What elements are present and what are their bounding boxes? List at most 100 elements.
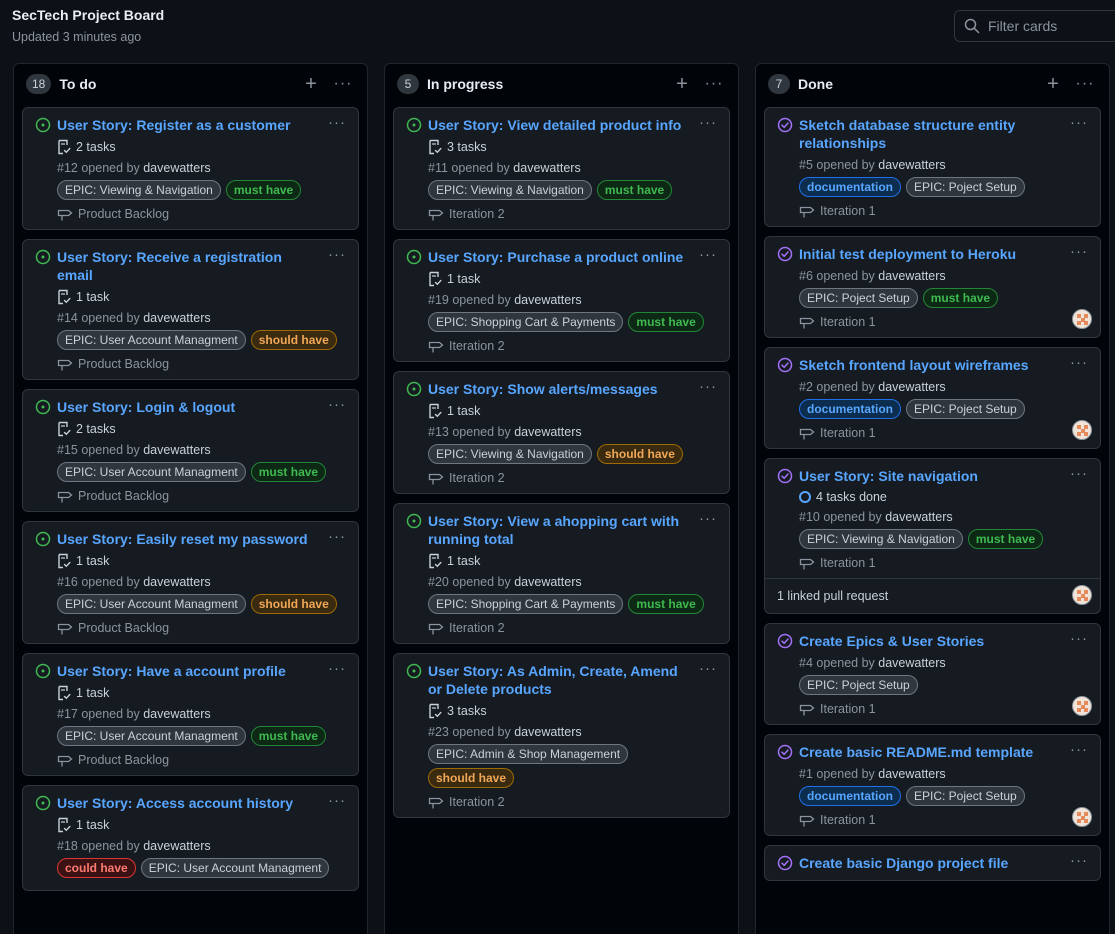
card-menu-button[interactable]: ··· — [699, 510, 717, 527]
author-name[interactable]: davewatters — [143, 707, 210, 721]
issue-card[interactable]: User Story: Purchase a product online ··… — [393, 239, 730, 362]
label-epic[interactable]: EPIC: Poject Setup — [906, 399, 1025, 419]
column-menu-button[interactable]: ··· — [1073, 75, 1097, 93]
card-menu-button[interactable]: ··· — [1070, 243, 1088, 260]
card-menu-button[interactable]: ··· — [1070, 114, 1088, 131]
label-should[interactable]: should have — [596, 444, 683, 464]
card-title-link[interactable]: User Story: Purchase a product online — [428, 248, 719, 266]
label-should[interactable]: should have — [428, 768, 515, 788]
card-menu-button[interactable]: ··· — [328, 792, 346, 809]
label-epic[interactable]: EPIC: Poject Setup — [906, 786, 1025, 806]
issue-card[interactable]: User Story: Have a account profile ··· 1… — [22, 653, 359, 776]
label-must[interactable]: must have — [628, 312, 704, 332]
card-title-link[interactable]: User Story: Access account history — [57, 794, 348, 812]
author-name[interactable]: davewatters — [143, 311, 210, 325]
label-epic[interactable]: EPIC: Shopping Cart & Payments — [428, 594, 624, 614]
label-epic[interactable]: EPIC: Poject Setup — [799, 675, 918, 695]
avatar[interactable] — [1072, 420, 1092, 440]
issue-card[interactable]: Create Epics & User Stories ··· #4 opene… — [764, 623, 1101, 725]
label-epic[interactable]: EPIC: User Account Managment — [57, 462, 246, 482]
card-title-link[interactable]: User Story: View a ahopping cart with ru… — [428, 512, 719, 548]
issue-card[interactable]: User Story: As Admin, Create, Amend or D… — [393, 653, 730, 818]
author-name[interactable]: davewatters — [878, 158, 945, 172]
issue-card[interactable]: User Story: Show alerts/messages ··· 1 t… — [393, 371, 730, 494]
label-epic[interactable]: EPIC: Poject Setup — [906, 177, 1025, 197]
author-name[interactable]: davewatters — [878, 269, 945, 283]
label-epic[interactable]: EPIC: Viewing & Navigation — [428, 180, 592, 200]
label-epic[interactable]: EPIC: Poject Setup — [799, 288, 918, 308]
author-name[interactable]: davewatters — [878, 380, 945, 394]
author-name[interactable]: davewatters — [143, 443, 210, 457]
filter-input[interactable] — [988, 18, 1108, 34]
label-must[interactable]: must have — [628, 594, 704, 614]
card-title-link[interactable]: User Story: Have a account profile — [57, 662, 348, 680]
label-should[interactable]: should have — [250, 594, 337, 614]
card-title-link[interactable]: Create basic Django project file — [799, 854, 1090, 872]
label-epic[interactable]: EPIC: User Account Managment — [57, 594, 246, 614]
card-menu-button[interactable]: ··· — [328, 114, 346, 131]
card-menu-button[interactable]: ··· — [1070, 852, 1088, 869]
issue-card[interactable]: User Story: View detailed product info ·… — [393, 107, 730, 230]
card-title-link[interactable]: Initial test deployment to Heroku — [799, 245, 1090, 263]
label-epic[interactable]: EPIC: Viewing & Navigation — [428, 444, 592, 464]
card-menu-button[interactable]: ··· — [328, 660, 346, 677]
label-epic[interactable]: EPIC: Shopping Cart & Payments — [428, 312, 624, 332]
column-menu-button[interactable]: ··· — [331, 75, 355, 93]
author-name[interactable]: davewatters — [878, 767, 945, 781]
card-menu-button[interactable]: ··· — [699, 660, 717, 677]
issue-card[interactable]: Create basic README.md template ··· #1 o… — [764, 734, 1101, 836]
card-menu-button[interactable]: ··· — [1070, 465, 1088, 482]
card-title-link[interactable]: User Story: View detailed product info — [428, 116, 719, 134]
card-title-link[interactable]: Create basic README.md template — [799, 743, 1090, 761]
label-epic[interactable]: EPIC: User Account Managment — [57, 726, 246, 746]
label-must[interactable]: must have — [225, 180, 302, 200]
issue-card[interactable]: User Story: Register as a customer ··· 2… — [22, 107, 359, 230]
label-doc[interactable]: documentation — [799, 399, 901, 419]
author-name[interactable]: davewatters — [514, 725, 581, 739]
label-must[interactable]: must have — [250, 462, 327, 482]
issue-card[interactable]: User Story: View a ahopping cart with ru… — [393, 503, 730, 644]
card-menu-button[interactable]: ··· — [1070, 354, 1088, 371]
label-should[interactable]: should have — [250, 330, 337, 350]
label-epic[interactable]: EPIC: User Account Managment — [57, 330, 246, 350]
card-title-link[interactable]: User Story: Easily reset my password — [57, 530, 348, 548]
card-menu-button[interactable]: ··· — [699, 246, 717, 263]
author-name[interactable]: davewatters — [514, 425, 581, 439]
label-could[interactable]: could have — [57, 858, 136, 878]
card-title-link[interactable]: User Story: Register as a customer — [57, 116, 348, 134]
issue-card[interactable]: Sketch database structure entity relatio… — [764, 107, 1101, 227]
label-epic[interactable]: EPIC: Viewing & Navigation — [799, 529, 963, 549]
card-menu-button[interactable]: ··· — [328, 396, 346, 413]
issue-card[interactable]: User Story: Receive a registration email… — [22, 239, 359, 380]
linked-pull-request[interactable]: 1 linked pull request⌄ — [765, 578, 1100, 613]
issue-card[interactable]: User Story: Login & logout ··· 2 tasks #1… — [22, 389, 359, 512]
card-title-link[interactable]: User Story: Site navigation — [799, 467, 1090, 485]
label-doc[interactable]: documentation — [799, 786, 901, 806]
label-must[interactable]: must have — [596, 180, 673, 200]
issue-card[interactable]: User Story: Access account history ··· 1… — [22, 785, 359, 891]
author-name[interactable]: davewatters — [513, 161, 580, 175]
card-menu-button[interactable]: ··· — [699, 114, 717, 131]
card-menu-button[interactable]: ··· — [1070, 741, 1088, 758]
author-name[interactable]: davewatters — [514, 293, 581, 307]
label-must[interactable]: must have — [250, 726, 327, 746]
issue-card[interactable]: Create basic Django project file ··· — [764, 845, 1101, 881]
issue-card[interactable]: Initial test deployment to Heroku ··· #6… — [764, 236, 1101, 338]
avatar[interactable] — [1072, 585, 1092, 605]
avatar[interactable] — [1072, 696, 1092, 716]
add-card-button[interactable]: + — [299, 73, 323, 96]
card-title-link[interactable]: User Story: Show alerts/messages — [428, 380, 719, 398]
label-epic[interactable]: EPIC: Admin & Shop Management — [428, 744, 629, 764]
card-title-link[interactable]: Sketch frontend layout wireframes — [799, 356, 1090, 374]
author-name[interactable]: davewatters — [878, 656, 945, 670]
label-epic[interactable]: EPIC: Viewing & Navigation — [57, 180, 221, 200]
card-menu-button[interactable]: ··· — [699, 378, 717, 395]
filter-box[interactable] — [954, 10, 1115, 42]
issue-card[interactable]: User Story: Easily reset my password ···… — [22, 521, 359, 644]
card-title-link[interactable]: User Story: Receive a registration email — [57, 248, 348, 284]
issue-card[interactable]: Sketch frontend layout wireframes ··· #2… — [764, 347, 1101, 449]
label-epic[interactable]: EPIC: User Account Managment — [140, 858, 330, 878]
author-name[interactable]: davewatters — [143, 839, 210, 853]
add-card-button[interactable]: + — [670, 73, 694, 96]
card-title-link[interactable]: Create Epics & User Stories — [799, 632, 1090, 650]
